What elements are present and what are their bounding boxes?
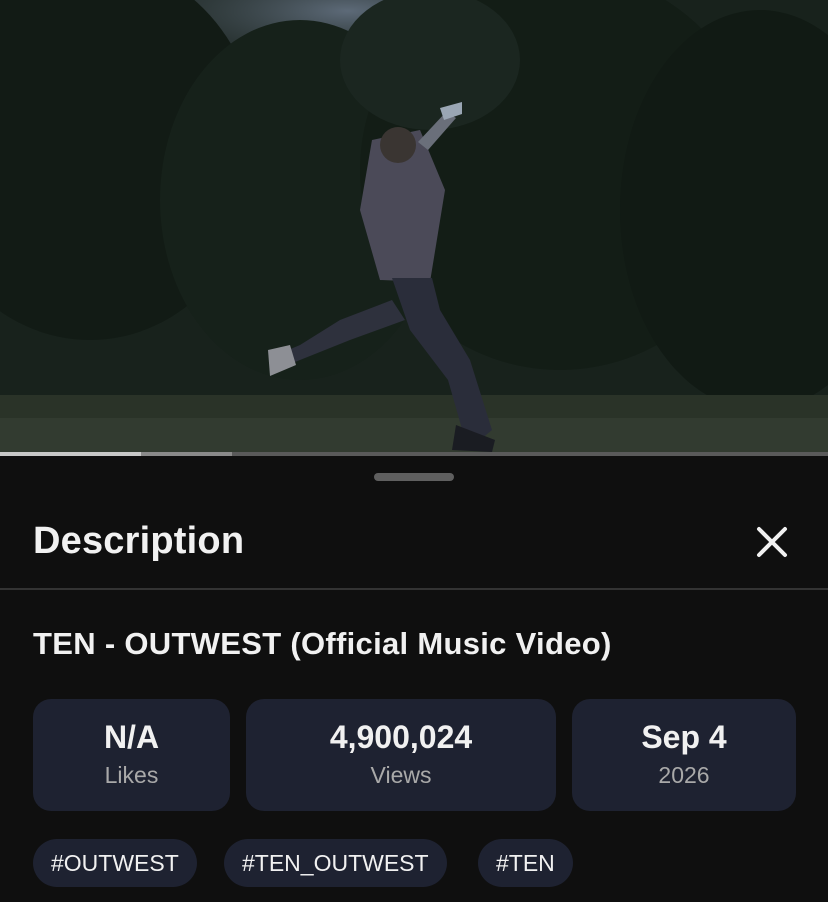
likes-count: N/A [103,719,160,755]
hashtag-chip[interactable]: #TEN [478,839,573,887]
header-divider [0,588,828,590]
description-sheet: Description TEN - OUTWEST (Official Musi… [0,456,828,902]
hashtag-chip[interactable]: #OUTWEST [33,839,197,887]
views-label: Views [370,762,432,788]
close-icon [757,527,787,557]
publish-year: 2026 [658,762,710,788]
close-button[interactable] [748,518,796,566]
hashtag-chip[interactable]: #TEN_OUTWEST [224,839,447,887]
views-count: 4,900,024 [329,719,473,755]
date-stat: Sep 4 2026 [572,699,796,811]
views-stat: 4,900,024 Views [246,699,556,811]
video-title: TEN - OUTWEST (Official Music Video) [33,626,612,661]
video-player[interactable] [0,0,828,456]
sheet-header: Description [0,512,828,590]
video-frame-image [0,0,828,456]
likes-label: Likes [104,762,159,788]
publish-date: Sep 4 [641,719,727,755]
drag-handle[interactable] [374,473,454,481]
sheet-title: Description [33,520,245,562]
likes-stat: N/A Likes [33,699,230,811]
